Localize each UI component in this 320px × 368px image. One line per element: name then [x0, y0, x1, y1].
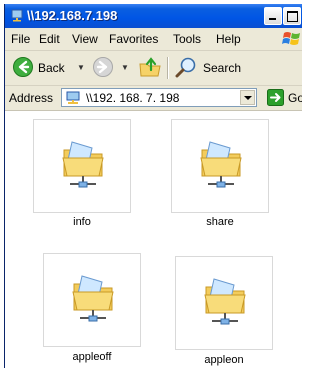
- title-bar[interactable]: \\192.168.7.198: [5, 4, 302, 28]
- network-folder-icon: [66, 91, 80, 104]
- toolbar: Back ▼ ▼ Search: [5, 51, 302, 86]
- folder-view: info share appleoff appleon: [5, 111, 302, 368]
- folder-name[interactable]: appleoff: [37, 351, 147, 363]
- menu-view[interactable]: View: [72, 32, 98, 46]
- window-title: \\192.168.7.198: [27, 8, 118, 23]
- address-bar: Address \\192. 168. 7. 198 Go: [5, 86, 302, 111]
- forward-arrow-icon[interactable]: [93, 57, 113, 77]
- windows-logo-icon: [282, 32, 300, 45]
- toolbar-separator: [167, 57, 169, 79]
- go-arrow-icon[interactable]: [267, 89, 284, 106]
- network-folder-icon: [11, 9, 23, 22]
- search-icon[interactable]: [175, 56, 197, 78]
- shared-network-folder-icon: [72, 275, 114, 322]
- minimize-button[interactable]: [264, 7, 282, 25]
- go-button-label[interactable]: Go: [288, 91, 302, 105]
- folder-tile-share[interactable]: [171, 119, 269, 213]
- address-input[interactable]: \\192. 168. 7. 198: [61, 88, 257, 107]
- folder-name[interactable]: appleon: [169, 354, 279, 366]
- folder-tile-appleon[interactable]: [175, 256, 273, 350]
- folder-name[interactable]: info: [27, 216, 137, 228]
- menu-edit[interactable]: Edit: [39, 32, 60, 46]
- menu-favorites[interactable]: Favorites: [109, 32, 158, 46]
- folder-name[interactable]: share: [165, 216, 275, 228]
- menu-help[interactable]: Help: [216, 32, 241, 46]
- back-dropdown-icon[interactable]: ▼: [77, 63, 85, 72]
- search-button-label[interactable]: Search: [203, 61, 241, 75]
- shared-network-folder-icon: [200, 141, 242, 188]
- up-folder-icon[interactable]: [138, 56, 162, 78]
- shared-network-folder-icon: [204, 278, 246, 325]
- menu-tools[interactable]: Tools: [173, 32, 201, 46]
- maximize-button[interactable]: [283, 7, 301, 25]
- forward-dropdown-icon[interactable]: ▼: [121, 63, 129, 72]
- menu-file[interactable]: File: [11, 32, 30, 46]
- folder-tile-appleoff[interactable]: [43, 253, 141, 347]
- back-arrow-icon[interactable]: [13, 57, 33, 77]
- back-button-label[interactable]: Back: [38, 61, 65, 75]
- address-label: Address: [9, 91, 54, 105]
- menu-bar: File Edit View Favorites Tools Help: [5, 28, 302, 51]
- folder-tile-info[interactable]: [33, 119, 131, 213]
- address-dropdown-button[interactable]: [240, 90, 255, 105]
- address-value[interactable]: \\192. 168. 7. 198: [86, 91, 179, 105]
- explorer-window: \\192.168.7.198 File Edit View Favorites…: [4, 4, 302, 368]
- shared-network-folder-icon: [62, 141, 104, 188]
